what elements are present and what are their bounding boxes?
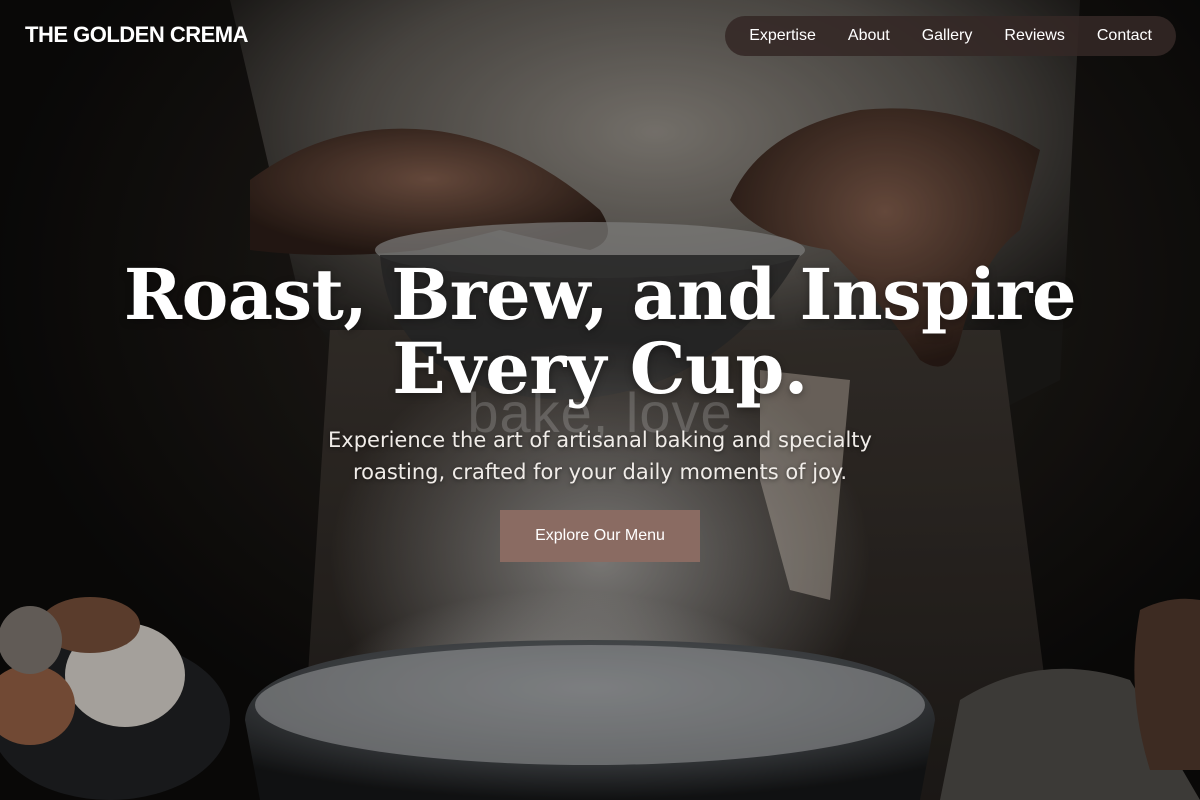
nav-link-contact[interactable]: Contact (1097, 27, 1152, 45)
nav-link-reviews[interactable]: Reviews (1004, 27, 1064, 45)
nav-link-about[interactable]: About (848, 27, 890, 45)
hero-section: bake, love Roast, Brew, and Inspire Ever… (0, 258, 1200, 562)
nav-link-gallery[interactable]: Gallery (922, 27, 973, 45)
nav-link-expertise[interactable]: Expertise (749, 27, 816, 45)
hero-title: Roast, Brew, and Inspire Every Cup. (123, 253, 1077, 410)
main-nav: Expertise About Gallery Reviews Contact (725, 16, 1176, 56)
hero-subtitle: Experience the art of artisanal baking a… (328, 428, 872, 484)
explore-menu-button[interactable]: Explore Our Menu (500, 510, 700, 562)
brand-logo[interactable]: THE GOLDEN CREMA (25, 22, 249, 48)
